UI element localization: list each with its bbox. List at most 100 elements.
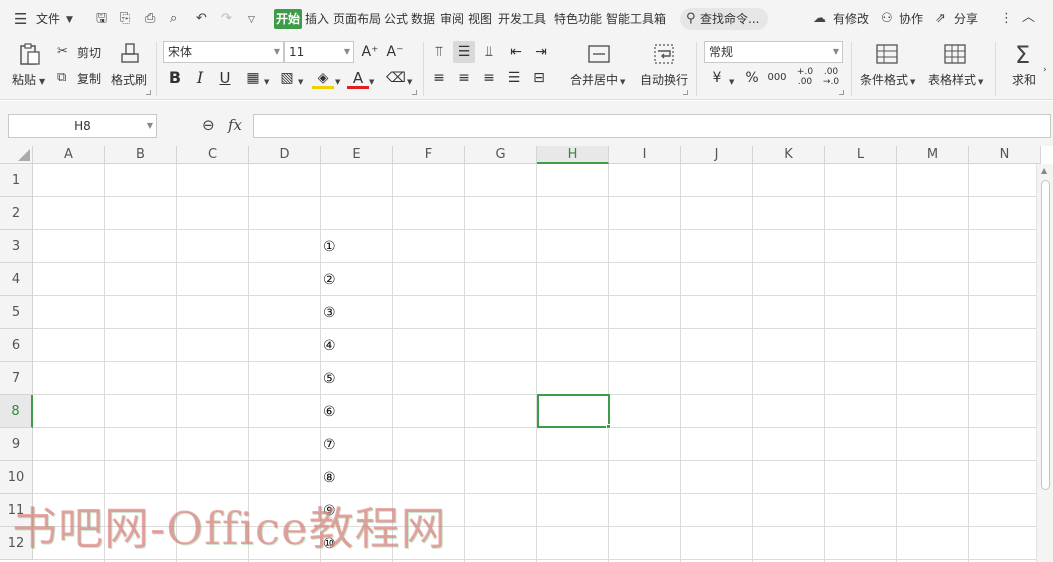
column-header-m[interactable]: M [897, 146, 969, 164]
decrease-decimal-button[interactable]: .00 →.0 [820, 67, 842, 89]
chevron-down-icon[interactable]: ▼ [66, 12, 73, 28]
column-header-b[interactable]: B [105, 146, 177, 164]
font-dialog-launcher[interactable] [412, 90, 417, 95]
column-header-e[interactable]: E [321, 146, 393, 164]
column-header-n[interactable]: N [969, 146, 1041, 164]
thousands-separator-button[interactable]: 000 [766, 67, 788, 89]
chevron-down-icon[interactable]: ▼ [910, 74, 915, 90]
hamburger-menu-icon[interactable]: ☰ [14, 11, 27, 27]
bold-button[interactable]: B [164, 67, 186, 89]
increase-font-size-button[interactable]: A⁺ [359, 41, 381, 63]
row-header-7[interactable]: 7 [0, 362, 33, 395]
insert-function-button[interactable]: fx [228, 117, 242, 133]
formula-input[interactable] [253, 114, 1051, 138]
file-menu[interactable]: 文件 [36, 9, 60, 29]
tab-developer[interactable]: 开发工具 [498, 9, 546, 29]
fill-color-icon[interactable]: ◈ [312, 67, 334, 89]
share-button[interactable]: 分享 [954, 9, 978, 29]
row-header-9[interactable]: 9 [0, 428, 33, 461]
row-header-8[interactable]: 8 [0, 395, 33, 428]
merge-center-icon[interactable] [587, 42, 611, 66]
wrap-text-icon[interactable] [652, 42, 676, 66]
italic-button[interactable]: I [189, 67, 211, 89]
align-left-icon[interactable]: ≡ [428, 67, 450, 89]
cell-e7[interactable]: ⑤ [321, 371, 393, 387]
conditional-format-icon[interactable] [875, 42, 899, 66]
clipboard-dialog-launcher[interactable] [146, 90, 151, 95]
tab-data[interactable]: 数据 [411, 9, 435, 29]
merge-center-button[interactable]: 合并居中 [570, 72, 618, 88]
cell-e6[interactable]: ④ [321, 338, 393, 354]
column-header-i[interactable]: I [609, 146, 681, 164]
tab-insert[interactable]: 插入 [305, 9, 329, 29]
cell-e5[interactable]: ③ [321, 305, 393, 321]
vertical-scroll-thumb[interactable] [1041, 180, 1050, 490]
increase-decimal-button[interactable]: +.0 .00 [794, 67, 816, 89]
table-style-button[interactable]: 表格样式 [928, 72, 976, 88]
column-header-j[interactable]: J [681, 146, 753, 164]
alignment-dialog-launcher[interactable] [683, 90, 688, 95]
font-size-select[interactable]: 11 ▼ [284, 41, 354, 63]
chevron-down-icon[interactable]: ▼ [264, 74, 269, 90]
column-header-f[interactable]: F [393, 146, 465, 164]
currency-button[interactable]: ¥ [706, 67, 728, 89]
column-header-a[interactable]: A [33, 146, 105, 164]
cell-e12[interactable]: ⑩ [321, 536, 393, 552]
format-painter-icon[interactable] [118, 42, 142, 66]
collaborate-button[interactable]: 协作 [899, 9, 923, 29]
scroll-up-icon[interactable]: ▲ [1041, 166, 1047, 175]
column-header-c[interactable]: C [177, 146, 249, 164]
align-middle-icon[interactable]: ☰ [453, 41, 475, 63]
tab-home[interactable]: 开始 [274, 9, 303, 29]
fill-handle[interactable] [606, 424, 611, 429]
quick-access-more-icon[interactable]: ▽ [248, 12, 255, 28]
justify-icon[interactable]: ☰ [503, 67, 525, 89]
format-painter-button[interactable]: 格式刷 [111, 72, 147, 88]
chevron-down-icon[interactable]: ▼ [298, 74, 303, 90]
cell-e8[interactable]: ⑥ [321, 404, 393, 420]
column-header-d[interactable]: D [249, 146, 321, 164]
percent-button[interactable]: % [741, 67, 763, 89]
chevron-down-icon[interactable]: ▼ [620, 74, 625, 90]
cell-e9[interactable]: ⑦ [321, 437, 393, 453]
more-options-icon[interactable]: ⋮ [1000, 11, 1013, 27]
row-header-10[interactable]: 10 [0, 461, 33, 494]
tab-review[interactable]: 审阅 [440, 9, 464, 29]
column-header-k[interactable]: K [753, 146, 825, 164]
number-dialog-launcher[interactable] [839, 90, 844, 95]
align-top-icon[interactable]: ⫪ [428, 41, 450, 63]
eraser-icon[interactable]: ⌫ [385, 67, 407, 89]
column-header-g[interactable]: G [465, 146, 537, 164]
spreadsheet-grid[interactable]: ABCDEFGHIJKLMN 1 2 3 4 5 6 7 8 9 10 11 12 ①②③④⑤⑥⑦⑧⑨… [0, 146, 1053, 562]
chevron-down-icon[interactable]: ▼ [978, 74, 983, 90]
column-header-h[interactable]: H [537, 146, 609, 164]
row-header-5[interactable]: 5 [0, 296, 33, 329]
row-header-1[interactable]: 1 [0, 164, 33, 197]
chevron-down-icon[interactable]: ▼ [39, 74, 45, 90]
changes-status[interactable]: 有修改 [833, 9, 869, 29]
number-format-select[interactable]: 常规 ▼ [704, 41, 843, 63]
conditional-format-button[interactable]: 条件格式 [860, 72, 908, 88]
row-header-4[interactable]: 4 [0, 263, 33, 296]
increase-indent-icon[interactable]: ⇥ [530, 41, 552, 63]
cell-e4[interactable]: ② [321, 272, 393, 288]
font-color-button[interactable]: A [347, 67, 369, 89]
row-header-11[interactable]: 11 [0, 494, 33, 527]
paste-icon[interactable] [18, 42, 42, 66]
print-preview-icon[interactable]: ⌕ [170, 11, 177, 27]
sum-icon[interactable]: Σ [1015, 42, 1030, 68]
distributed-align-icon[interactable]: ⊟ [528, 67, 550, 89]
fill-pattern-icon[interactable]: ▧ [276, 67, 298, 89]
align-center-icon[interactable]: ≡ [453, 67, 475, 89]
row-header-12[interactable]: 12 [0, 527, 33, 560]
align-right-icon[interactable]: ≡ [478, 67, 500, 89]
undo-icon[interactable]: ↶ [196, 11, 207, 27]
ribbon-scroll-right-icon[interactable]: › [1043, 62, 1047, 78]
row-header-6[interactable]: 6 [0, 329, 33, 362]
tab-view[interactable]: 视图 [468, 9, 492, 29]
chevron-down-icon[interactable]: ▼ [729, 74, 734, 90]
font-name-select[interactable]: 宋体 ▼ [163, 41, 284, 63]
row-header-2[interactable]: 2 [0, 197, 33, 230]
redo-icon[interactable]: ↷ [221, 11, 232, 27]
row-header-3[interactable]: 3 [0, 230, 33, 263]
